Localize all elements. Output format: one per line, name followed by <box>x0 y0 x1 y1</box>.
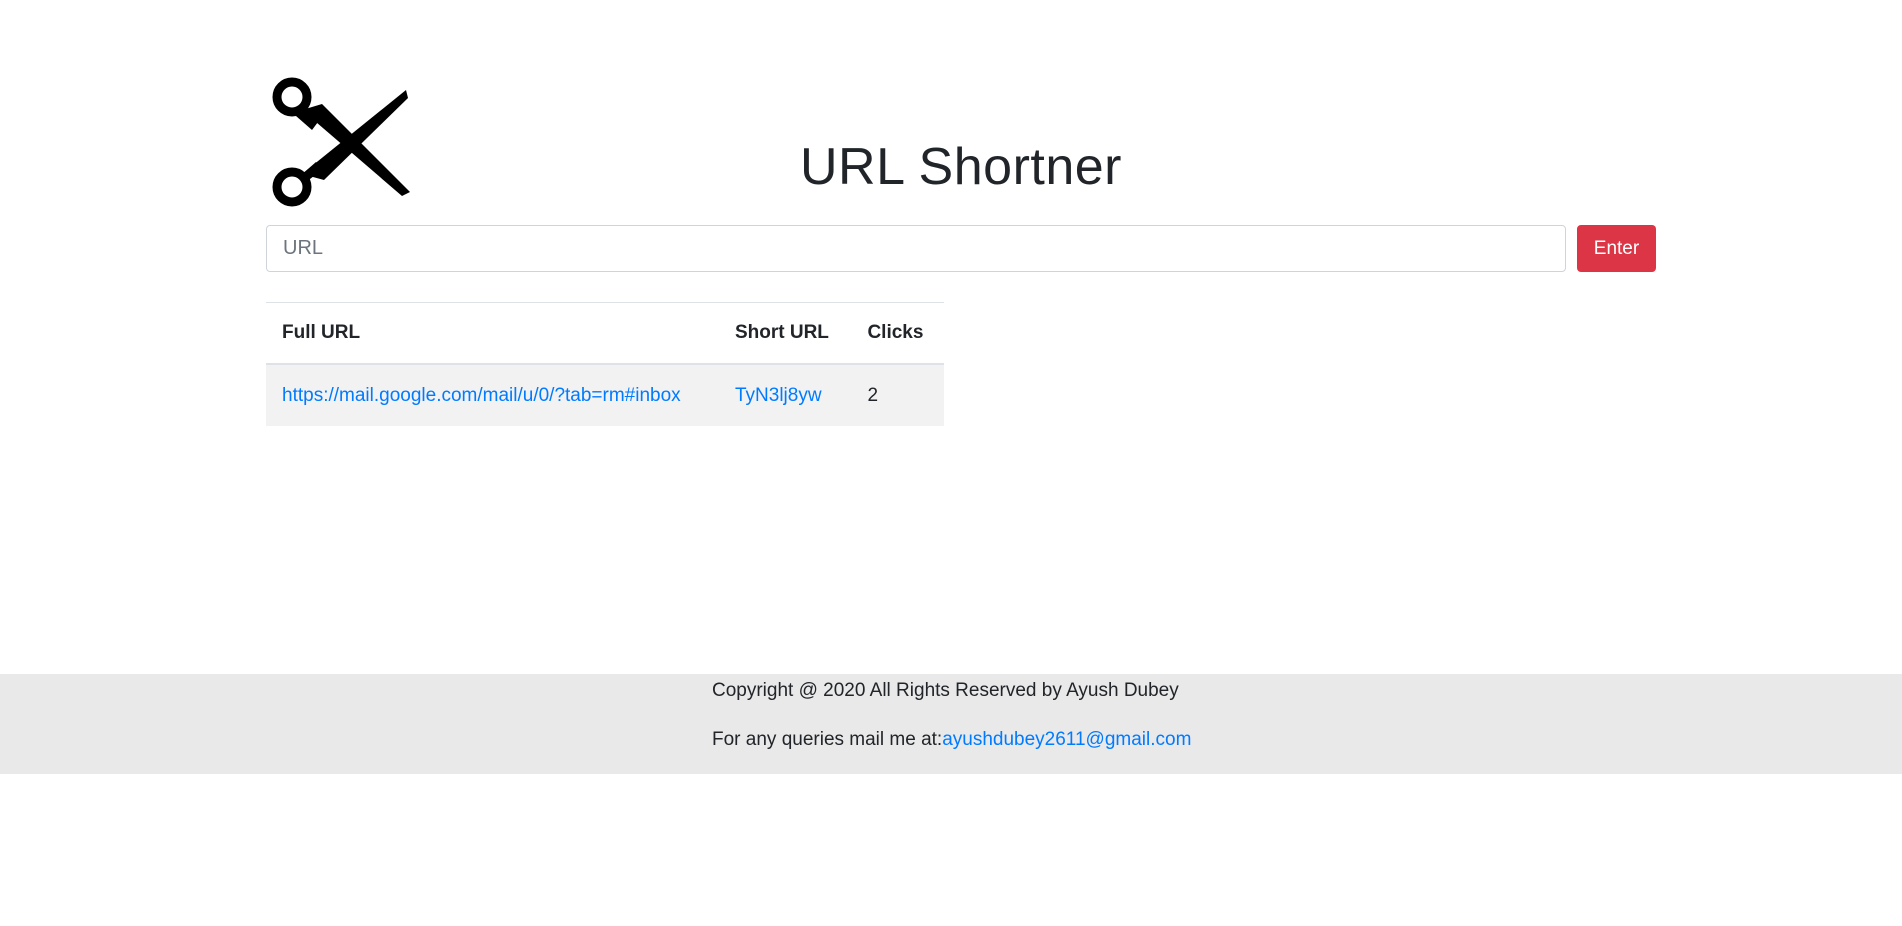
full-url-link[interactable]: https://mail.google.com/mail/u/0/?tab=rm… <box>282 385 681 406</box>
footer: Copyright @ 2020 All Rights Reserved by … <box>0 674 1902 774</box>
contact-prefix: For any queries mail me at: <box>712 729 943 750</box>
shorten-form: Enter <box>266 225 1656 272</box>
clicks-cell: 2 <box>851 364 944 426</box>
short-url-cell: TyN3lj8yw <box>718 364 852 426</box>
urls-table: Full URL Short URL Clicks https://mail.g… <box>266 302 944 426</box>
enter-button[interactable]: Enter <box>1577 225 1656 272</box>
full-url-cell: https://mail.google.com/mail/u/0/?tab=rm… <box>266 364 719 426</box>
table-header-row: Full URL Short URL Clicks <box>266 302 944 365</box>
table-row: https://mail.google.com/mail/u/0/?tab=rm… <box>266 364 944 426</box>
short-url-link[interactable]: TyN3lj8yw <box>735 385 822 406</box>
column-header-full-url: Full URL <box>266 302 719 365</box>
column-header-clicks: Clicks <box>851 302 944 365</box>
header-area: URL Shortner <box>266 0 1656 224</box>
url-input[interactable] <box>266 225 1566 272</box>
copyright-text: Copyright @ 2020 All Rights Reserved by … <box>712 680 1179 701</box>
column-header-short-url: Short URL <box>718 302 852 365</box>
page-title: URL Shortner <box>800 138 1122 196</box>
contact-email-link[interactable]: ayushdubey2611@gmail.com <box>942 729 1191 750</box>
contact-line: For any queries mail me at:ayushdubey261… <box>712 729 1191 751</box>
header: URL Shortner <box>266 0 1656 224</box>
